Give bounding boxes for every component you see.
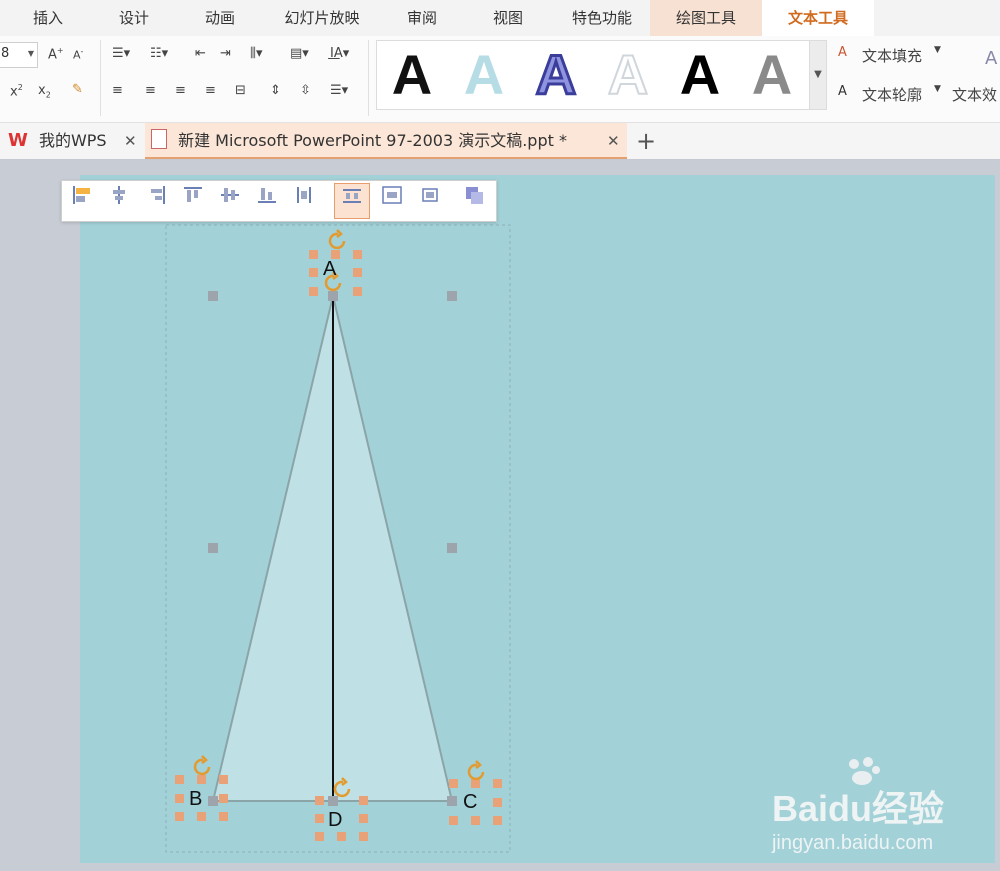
align-middle-icon[interactable] xyxy=(212,183,248,219)
align-top-icon[interactable] xyxy=(175,183,211,219)
vertex-label-b[interactable]: B xyxy=(189,788,202,811)
distribute-vertical-icon[interactable] xyxy=(334,183,370,219)
align-center-horizontal-icon[interactable] xyxy=(101,183,137,219)
center-on-page-icon[interactable] xyxy=(374,183,410,219)
align-left-icon[interactable] xyxy=(64,183,100,219)
vertex-label-c[interactable]: C xyxy=(463,791,477,814)
paw-logo-icon xyxy=(842,756,882,786)
shapes-layer xyxy=(165,224,511,853)
baidu-watermark: Baidu经验 jingyan.baidu.com xyxy=(771,757,944,855)
align-toolbar xyxy=(61,180,497,222)
align-right-icon[interactable] xyxy=(138,183,174,219)
fit-to-slide-icon[interactable] xyxy=(412,183,448,219)
align-bottom-icon[interactable] xyxy=(249,183,285,219)
group-objects-icon[interactable] xyxy=(456,183,492,219)
watermark-url: jingyan.baidu.com xyxy=(771,832,934,854)
point-label-d[interactable]: D xyxy=(328,809,342,832)
distribute-horizontal-icon[interactable] xyxy=(286,183,322,219)
watermark-brand: Baidu经验 xyxy=(771,788,944,829)
vertex-label-a[interactable]: A xyxy=(323,258,336,281)
